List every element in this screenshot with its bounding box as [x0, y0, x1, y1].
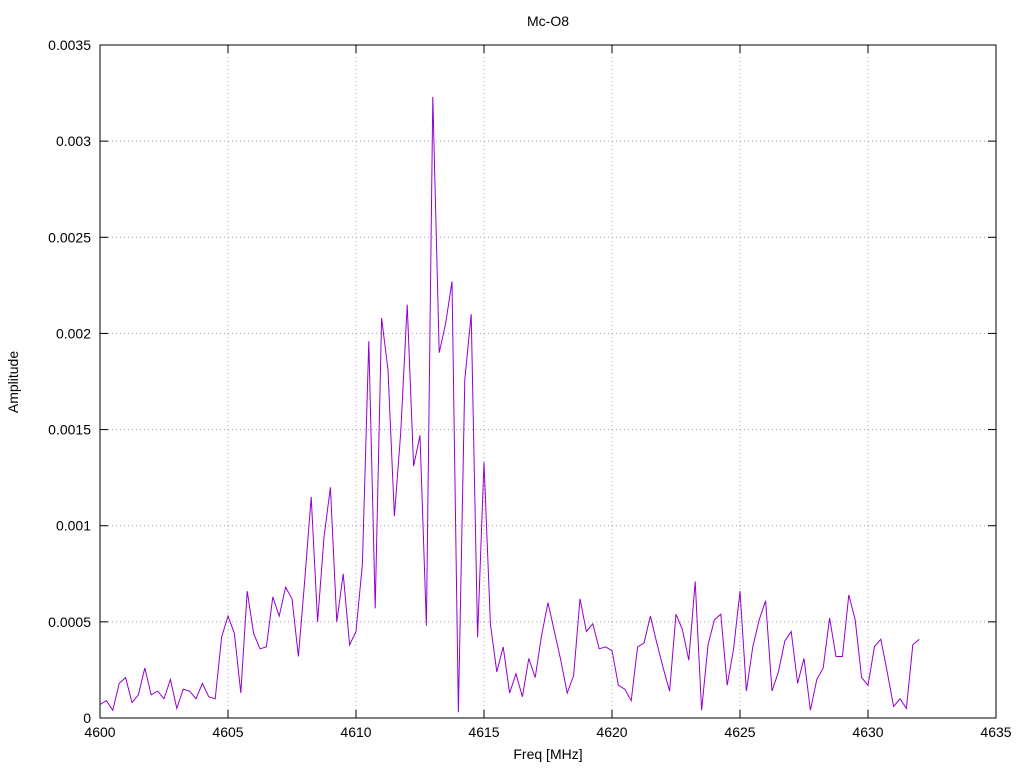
- tick-marks: [99, 44, 997, 719]
- y-tick-label: 0.002: [56, 325, 91, 341]
- x-tick-label: 4635: [980, 724, 1011, 740]
- y-tick-labels: 0 0.0005 0.001 0.0015 0.002 0.0025 0.003 0.0035: [48, 37, 91, 726]
- y-tick-label: 0.0025: [48, 229, 91, 245]
- y-tick-label: 0: [83, 710, 91, 726]
- chart-title: Mc-O8: [527, 13, 569, 29]
- x-tick-label: 4620: [596, 724, 627, 740]
- grid-lines: [100, 45, 996, 718]
- x-tick-label: 4630: [852, 724, 883, 740]
- x-tick-labels: 4600 4605 4610 4615 4620 4625 4630 4635: [84, 724, 1011, 740]
- x-tick-label: 4610: [340, 724, 371, 740]
- y-tick-label: 0.0005: [48, 614, 91, 630]
- y-tick-label: 0.003: [56, 133, 91, 149]
- y-axis-label: Amplitude: [5, 351, 21, 413]
- x-tick-label: 4615: [468, 724, 499, 740]
- y-tick-label: 0.001: [56, 518, 91, 534]
- chart: 4600 4605 4610 4615 4620 4625 4630 4635 0 0.0005…: [5, 13, 1012, 762]
- series-line: [99, 96, 920, 713]
- y-tick-label: 0.0035: [48, 37, 91, 53]
- x-tick-label: 4625: [724, 724, 755, 740]
- series-layer: [99, 96, 920, 713]
- x-axis-label: Freq [MHz]: [513, 746, 582, 762]
- plot-frame: [99, 44, 997, 719]
- y-tick-label: 0.0015: [48, 422, 91, 438]
- x-tick-label: 4605: [212, 724, 243, 740]
- x-tick-label: 4600: [84, 724, 115, 740]
